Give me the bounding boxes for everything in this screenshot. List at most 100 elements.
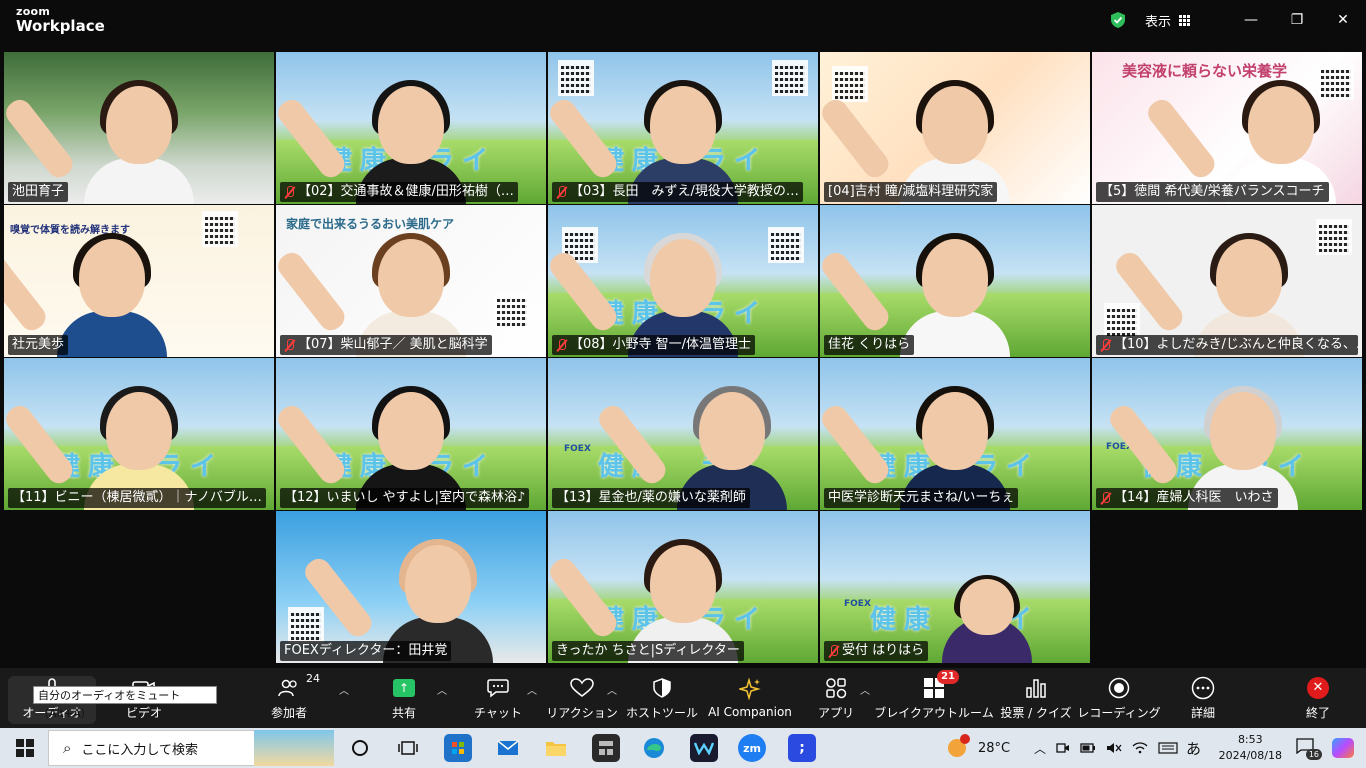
task-view-icon[interactable] (394, 734, 422, 762)
end-meeting-icon: ✕ (1307, 676, 1329, 699)
video-tile[interactable]: 健康 ライ 【12】いまいし やすよし|室内で森林浴♪ (276, 358, 546, 510)
mic-muted-icon (284, 185, 295, 199)
video-tile[interactable]: 嗅覚で体質を読み解きます 社元美歩 (4, 205, 274, 357)
heart-icon (570, 676, 594, 700)
copilot-icon[interactable] (1332, 738, 1354, 758)
more-label: 詳細 (1190, 705, 1215, 720)
video-tile[interactable]: 【10】よしだみき/じぶんと仲良くなる、… (1092, 205, 1362, 357)
reactions-button[interactable]: リアクション (546, 668, 618, 728)
reactions-options-caret-icon[interactable]: ︿ (607, 682, 617, 697)
speaker-muted-icon[interactable] (1106, 741, 1122, 755)
video-tile[interactable]: 美容液に頼らない栄養学 【5】徳間 希代美/栄養バランスコーチ (1092, 52, 1362, 204)
meet-now-icon[interactable] (1056, 741, 1070, 755)
edge-browser-icon[interactable] (640, 734, 668, 762)
mic-muted-icon (828, 644, 839, 658)
polls-button[interactable]: 投票 / クイズ (1000, 668, 1072, 728)
video-tile[interactable]: FOEX 健康 ライ 【13】星金也/薬の嫌いな薬剤師 (548, 358, 818, 510)
minimize-button[interactable]: — (1228, 0, 1274, 40)
ime-mode-indicator[interactable]: あ (1186, 738, 1201, 759)
participant-name: 中医学診断天元まさね/いーちぇ (824, 488, 1019, 508)
video-tile[interactable]: 佳花 くりはら (820, 205, 1090, 357)
participant-video (4, 74, 214, 204)
qr-code (288, 607, 324, 643)
ai-companion-button[interactable]: AI Companion (708, 668, 792, 728)
mail-icon[interactable] (494, 734, 522, 762)
mic-muted-icon (556, 185, 567, 199)
recording-button[interactable]: レコーディング (1077, 668, 1161, 728)
foex-logo: FOEX (844, 599, 871, 609)
participants-button[interactable]: 24 参加者 (262, 668, 320, 728)
webex-icon[interactable] (690, 734, 718, 762)
chat-options-caret-icon[interactable]: ︿ (527, 682, 537, 697)
file-explorer-icon[interactable] (542, 734, 570, 762)
security-shield-icon[interactable] (1109, 11, 1127, 29)
more-button[interactable]: 詳細 (1182, 668, 1224, 728)
video-tile[interactable]: 家庭で出来るうるおい美肌ケア 【07】柴山郁子／ 美肌と脳科学 (276, 205, 546, 357)
windows-start-icon[interactable] (16, 739, 34, 757)
host-tools-button[interactable]: ホストツール (626, 668, 698, 728)
clock-time: 8:53 (1237, 733, 1263, 746)
end-meeting-button[interactable]: ✕ 終了 (1298, 668, 1338, 728)
chat-button[interactable]: チャット (474, 668, 522, 728)
calculator-icon[interactable] (592, 734, 620, 762)
weather-temperature: 28°C (978, 740, 1011, 756)
video-tile[interactable]: FOEX 健康 ライ 【14】産婦人科医 いわさ (1092, 358, 1362, 510)
restore-button[interactable]: ❐ (1274, 0, 1320, 40)
view-button[interactable]: 表示 (1145, 11, 1190, 30)
video-tile[interactable]: FOEX 健康 ライ 中医学診断天元まさね/いーちぇ (820, 358, 1090, 510)
close-button[interactable]: ✕ (1320, 0, 1366, 40)
system-tray: ︿ あ (1034, 728, 1201, 768)
qr-code (558, 60, 594, 96)
apps-icon (825, 676, 847, 700)
share-button[interactable]: ↑ 共有 (380, 668, 428, 728)
video-tile[interactable]: FOEX 健康 ライ 受付 はりはら (820, 511, 1090, 663)
video-tile[interactable]: 池田育子 (4, 52, 274, 204)
participant-name: 【11】ビニー（棟居微貳）｜ナノバブル… (8, 488, 266, 508)
apps-button[interactable]: アプリ (816, 668, 856, 728)
store-icon[interactable] (444, 734, 472, 762)
apps-label: アプリ (817, 705, 854, 720)
logo-top: zoom (16, 5, 51, 18)
keyboard-icon[interactable] (1158, 742, 1178, 754)
video-tile-active-speaker[interactable]: FOEXディレクター：田井覚 (276, 511, 546, 663)
weather-widget[interactable]: 28°C (948, 728, 1010, 768)
participant-name: 【5】徳間 希代美/栄養バランスコーチ (1096, 182, 1329, 202)
participants-count: 24 (306, 671, 320, 685)
video-label: ビデオ (125, 705, 162, 720)
participant-name: きったか ちさと|Sディレクター (552, 641, 744, 661)
video-tile[interactable]: 健康 ライ 【03】長田 みずえ/現役大学教授の… (548, 52, 818, 204)
cortana-icon[interactable] (346, 734, 374, 762)
video-tile[interactable]: 健康 ライ きったか ちさと|Sディレクター (548, 511, 818, 663)
taskbar-search-placeholder: ここに入力して検索 (81, 742, 199, 758)
more-options-icon (1191, 676, 1215, 700)
participant-name: 【13】星金也/薬の嫌いな薬剤師 (552, 488, 750, 508)
qr-code (494, 293, 530, 329)
bar-chart-icon (1025, 676, 1047, 700)
show-hidden-icons-caret-icon[interactable]: ︿ (1034, 740, 1046, 757)
chat-label: チャット (474, 705, 522, 720)
record-icon (1108, 676, 1130, 700)
video-tile[interactable]: 健康 ライ 【11】ビニー（棟居微貳）｜ナノバブル… (4, 358, 274, 510)
video-tile[interactable]: 健康 ライ 【08】小野寺 智一/体温管理士 (548, 205, 818, 357)
grid-view-icon (1179, 14, 1190, 26)
battery-icon[interactable] (1080, 742, 1096, 754)
taskbar-clock[interactable]: 8:53 2024/08/18 (1219, 732, 1282, 764)
chat-app-icon[interactable]: ; (788, 734, 816, 762)
windows-taskbar: ⌕ ここに入力して検索 zm ; 28°C ︿ あ 8:53 2024/08/1… (0, 728, 1366, 768)
video-tile[interactable]: [04]吉村 瞳/減塩料理研究家 (820, 52, 1090, 204)
wifi-icon[interactable] (1132, 741, 1148, 755)
share-screen-icon: ↑ (393, 678, 415, 697)
qr-code (772, 60, 808, 96)
share-options-caret-icon[interactable]: ︿ (437, 682, 447, 697)
mic-muted-icon (1100, 338, 1111, 352)
apps-options-caret-icon[interactable]: ︿ (860, 682, 870, 697)
ai-companion-label: AI Companion (708, 705, 792, 719)
recording-label: レコーディング (1077, 705, 1161, 720)
notification-center-icon[interactable]: 16 (1296, 738, 1322, 760)
qr-code (1104, 303, 1140, 339)
participants-options-caret-icon[interactable]: ︿ (339, 682, 349, 697)
zoom-app-icon[interactable]: zm (738, 734, 766, 762)
qr-code (832, 66, 868, 102)
breakout-rooms-button[interactable]: 21 ブレイクアウトルーム (874, 668, 994, 728)
video-tile[interactable]: 健康 ライ 【02】交通事故＆健康/田形祐樹（… (276, 52, 546, 204)
